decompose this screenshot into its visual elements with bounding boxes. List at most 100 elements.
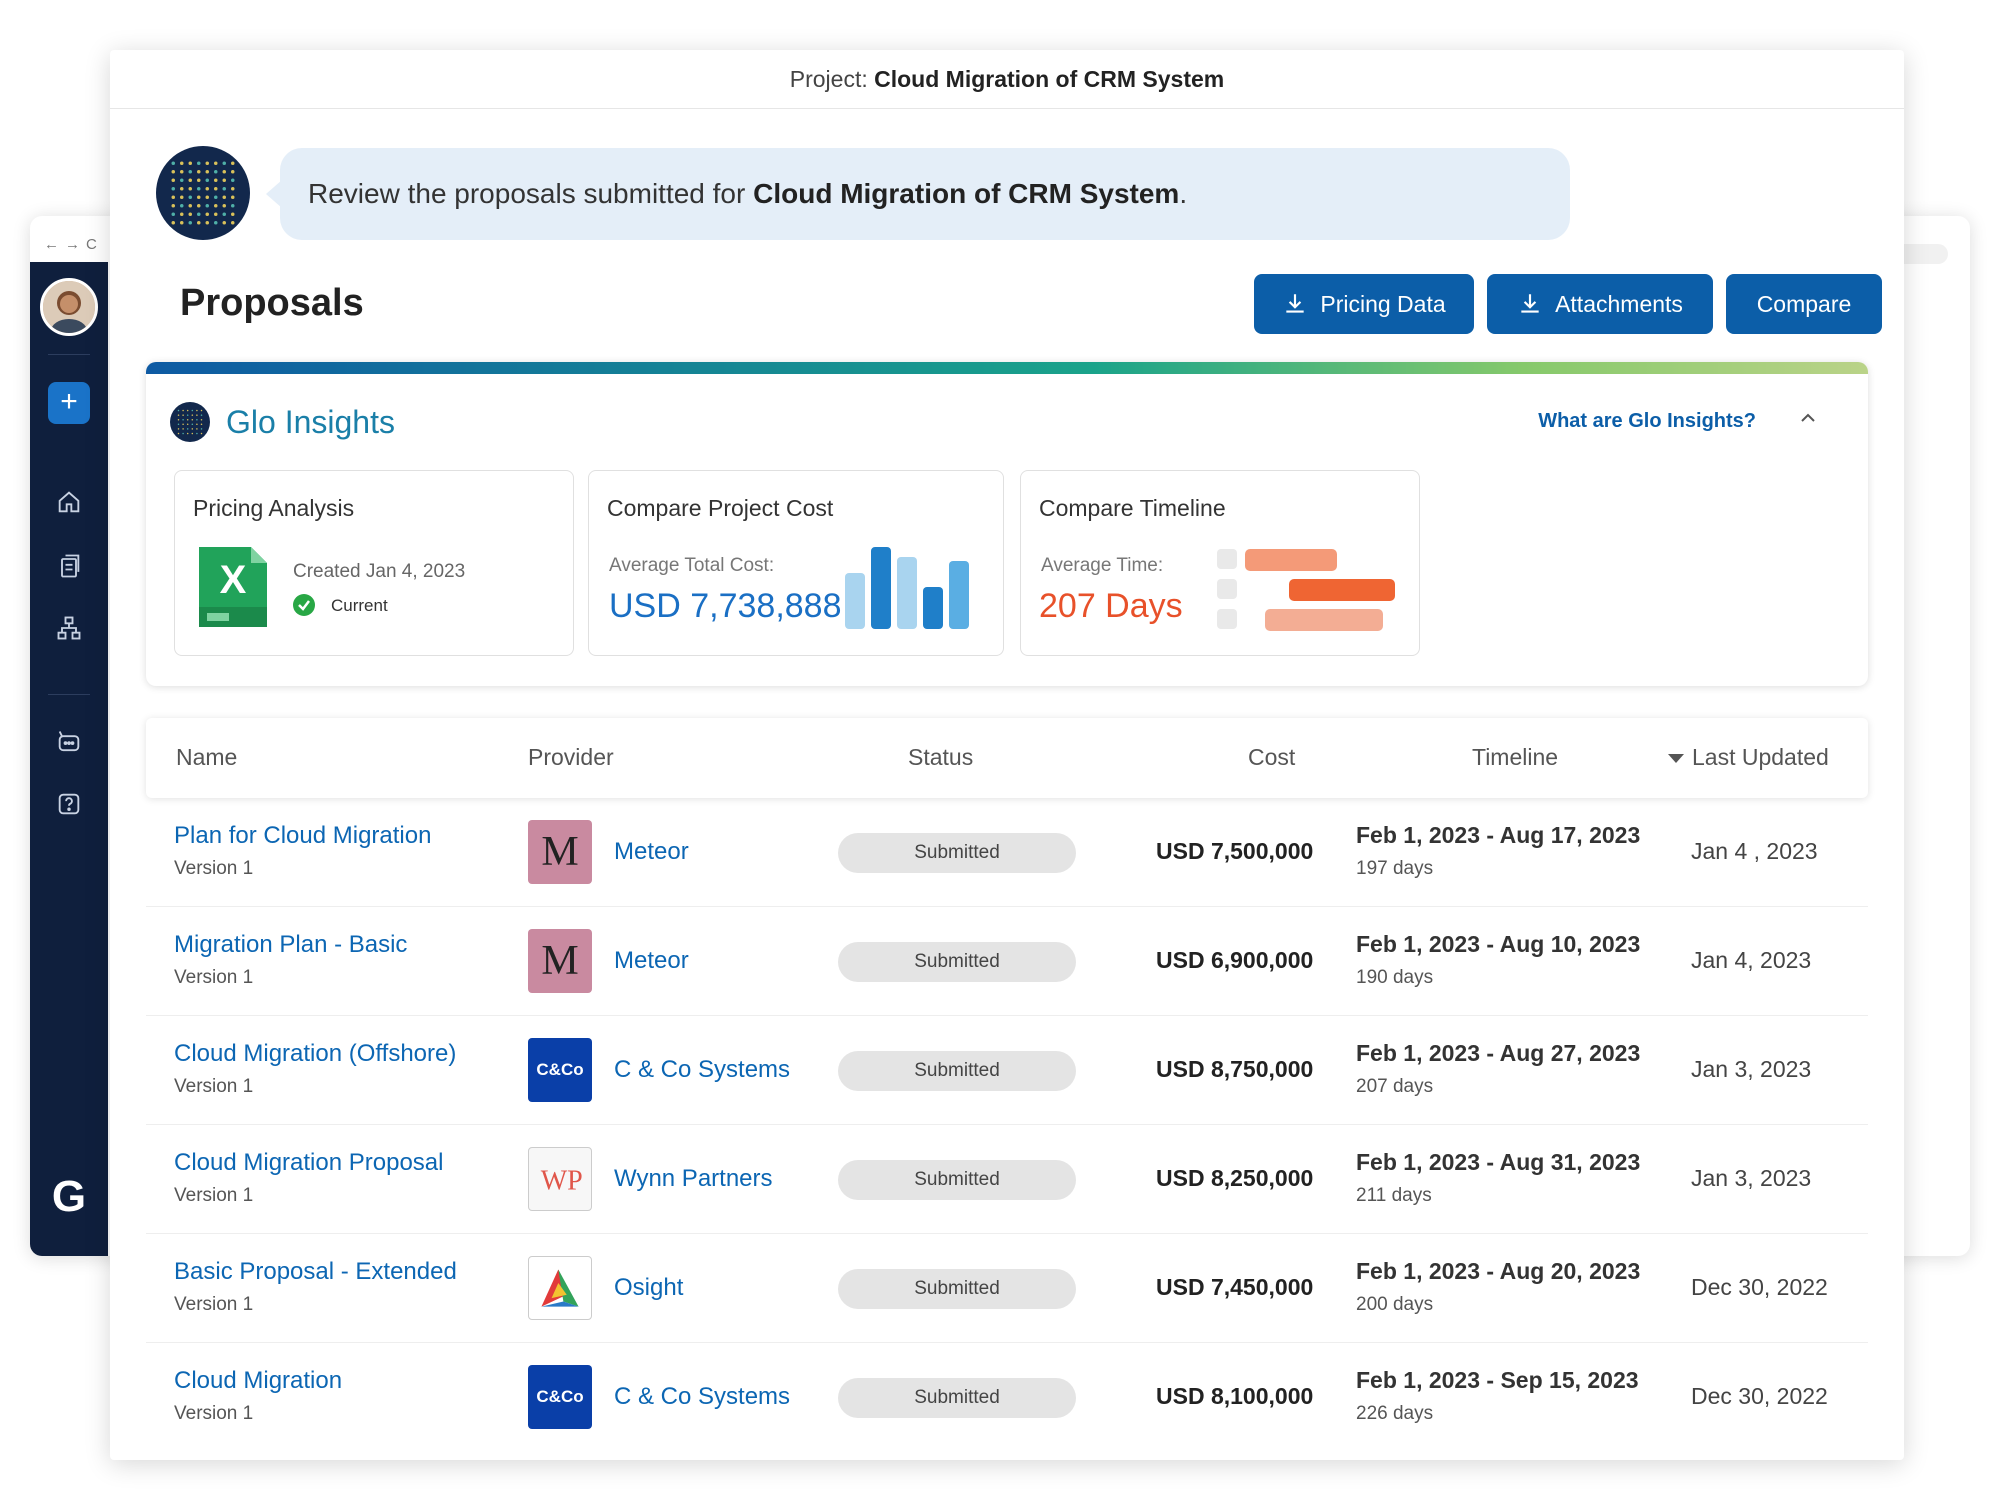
dot <box>205 195 209 199</box>
dot <box>171 170 175 174</box>
osight-logo-icon <box>541 1269 579 1307</box>
table-row[interactable]: Basic Proposal - Extended Version 1 Osight… <box>146 1234 1868 1343</box>
proposal-days: 190 days <box>1356 967 1434 988</box>
dot <box>186 418 189 421</box>
proposals-table: Name Provider Status Cost Timeline Last … <box>146 718 1868 1451</box>
dot <box>188 178 192 182</box>
proposal-version: Version 1 <box>174 1403 254 1424</box>
proposal-name-link[interactable]: Cloud Migration <box>174 1367 342 1395</box>
project-label: Project: <box>789 65 868 92</box>
dot <box>231 161 235 165</box>
dot <box>180 170 184 174</box>
dot <box>231 187 235 191</box>
table-row[interactable]: Plan for Cloud Migration Version 1 M Meteor… <box>146 798 1868 907</box>
message-project: Cloud Migration of CRM System <box>753 178 1180 209</box>
avg-cost-value: USD 7,738,888 <box>609 587 842 625</box>
dot <box>197 161 201 165</box>
proposal-days: 200 days <box>1356 1294 1434 1315</box>
dot <box>186 432 189 435</box>
dot <box>177 418 180 421</box>
org-chart-icon[interactable] <box>30 614 108 642</box>
dot <box>186 428 189 430</box>
what-are-insights-link[interactable]: What are Glo Insights? <box>1538 410 1756 433</box>
avg-time-label: Average Time: <box>1041 555 1164 576</box>
last-updated: Jan 3, 2023 <box>1691 1165 1812 1191</box>
col-name[interactable]: Name <box>176 744 237 771</box>
back-arrow-icon[interactable]: ← <box>44 236 65 253</box>
dot <box>188 195 192 199</box>
dot <box>180 161 184 165</box>
pricing-data-button[interactable]: Pricing Data <box>1254 274 1474 334</box>
dot <box>171 221 175 225</box>
home-icon[interactable] <box>30 488 108 516</box>
dot <box>188 170 192 174</box>
dot <box>177 409 180 412</box>
project-header: Project: Cloud Migration of CRM System <box>110 50 1904 109</box>
documents-icon[interactable] <box>30 552 108 580</box>
proposal-name-link[interactable]: Cloud Migration (Offshore) <box>174 1040 456 1068</box>
dot <box>191 414 194 416</box>
provider-link[interactable]: C & Co Systems <box>614 1383 790 1411</box>
compare-cost-card[interactable]: Compare Project Cost Average Total Cost:… <box>588 470 1004 656</box>
dot <box>191 418 194 421</box>
provider-logo: C&Co <box>528 1365 592 1429</box>
last-updated: Jan 3, 2023 <box>1691 1056 1812 1082</box>
provider-link[interactable]: Meteor <box>614 838 689 866</box>
created-date: Created Jan 4, 2023 <box>293 561 466 582</box>
pricing-analysis-card[interactable]: Pricing Analysis X Created Jan 4, 2023 C… <box>174 470 574 656</box>
provider-link[interactable]: Osight <box>614 1274 683 1302</box>
provider-link[interactable]: C & Co Systems <box>614 1056 790 1084</box>
dot <box>231 204 235 208</box>
col-cost[interactable]: Cost <box>1248 744 1295 771</box>
proposal-timeline: Feb 1, 2023 - Aug 20, 2023 <box>1356 1258 1641 1284</box>
create-new-button[interactable]: + <box>30 382 108 424</box>
table-row[interactable]: Cloud Migration Version 1 C&Co C & Co Syste… <box>146 1343 1868 1451</box>
col-provider[interactable]: Provider <box>528 744 614 771</box>
table-row[interactable]: Cloud Migration (Offshore) Version 1 C&Co C… <box>146 1016 1868 1125</box>
attachments-button[interactable]: Attachments <box>1487 274 1713 334</box>
reload-icon[interactable]: C <box>86 236 103 253</box>
proposal-name-link[interactable]: Plan for Cloud Migration <box>174 822 431 850</box>
col-last-updated[interactable]: Last Updated <box>1668 744 1829 771</box>
avatar[interactable] <box>40 278 98 336</box>
proposal-version: Version 1 <box>174 858 254 879</box>
col-timeline[interactable]: Timeline <box>1472 744 1558 771</box>
plus-icon[interactable]: + <box>48 382 90 424</box>
forward-arrow-icon[interactable]: → <box>65 236 86 253</box>
proposal-name-link[interactable]: Cloud Migration Proposal <box>174 1149 443 1177</box>
chevron-up-icon[interactable] <box>1796 406 1820 430</box>
attachments-label: Attachments <box>1555 290 1683 317</box>
sort-descending-icon[interactable] <box>1668 754 1684 764</box>
table-row[interactable]: Migration Plan - Basic Version 1 M Meteor Su… <box>146 907 1868 1016</box>
dot <box>231 178 235 182</box>
proposal-name-link[interactable]: Migration Plan - Basic <box>174 931 407 959</box>
cost-bars-graphic <box>845 547 969 629</box>
proposals-panel: Project: Cloud Migration of CRM System R… <box>110 50 1904 1460</box>
dot <box>214 187 218 191</box>
last-updated: Dec 30, 2022 <box>1691 1383 1828 1409</box>
chat-icon[interactable] <box>30 728 108 756</box>
provider-link[interactable]: Wynn Partners <box>614 1165 773 1193</box>
help-icon[interactable] <box>30 790 108 818</box>
proposal-cost: USD 7,450,000 <box>1156 1274 1314 1300</box>
provider-link[interactable]: Meteor <box>614 947 689 975</box>
provider-logo: M <box>528 929 592 993</box>
wynn-partners-logo-icon: WP <box>541 1166 583 1197</box>
proposal-name-link[interactable]: Basic Proposal - Extended <box>174 1258 457 1286</box>
dot <box>186 414 189 416</box>
dot <box>188 187 192 191</box>
insights-title: Glo Insights <box>226 404 395 440</box>
dot <box>186 409 189 412</box>
user-avatar-wrap[interactable] <box>30 278 108 336</box>
dot <box>191 432 194 435</box>
compare-button[interactable]: Compare <box>1726 274 1882 334</box>
dot <box>188 204 192 208</box>
col-status[interactable]: Status <box>908 744 973 771</box>
dot <box>197 187 201 191</box>
compare-timeline-card[interactable]: Compare Timeline Average Time: 207 Days <box>1020 470 1420 656</box>
g-logo[interactable]: G <box>30 1172 108 1222</box>
dot <box>182 414 184 416</box>
dot <box>180 221 184 225</box>
table-row[interactable]: Cloud Migration Proposal Version 1 WP Wynn … <box>146 1125 1868 1234</box>
glo-orb-icon <box>170 402 210 442</box>
